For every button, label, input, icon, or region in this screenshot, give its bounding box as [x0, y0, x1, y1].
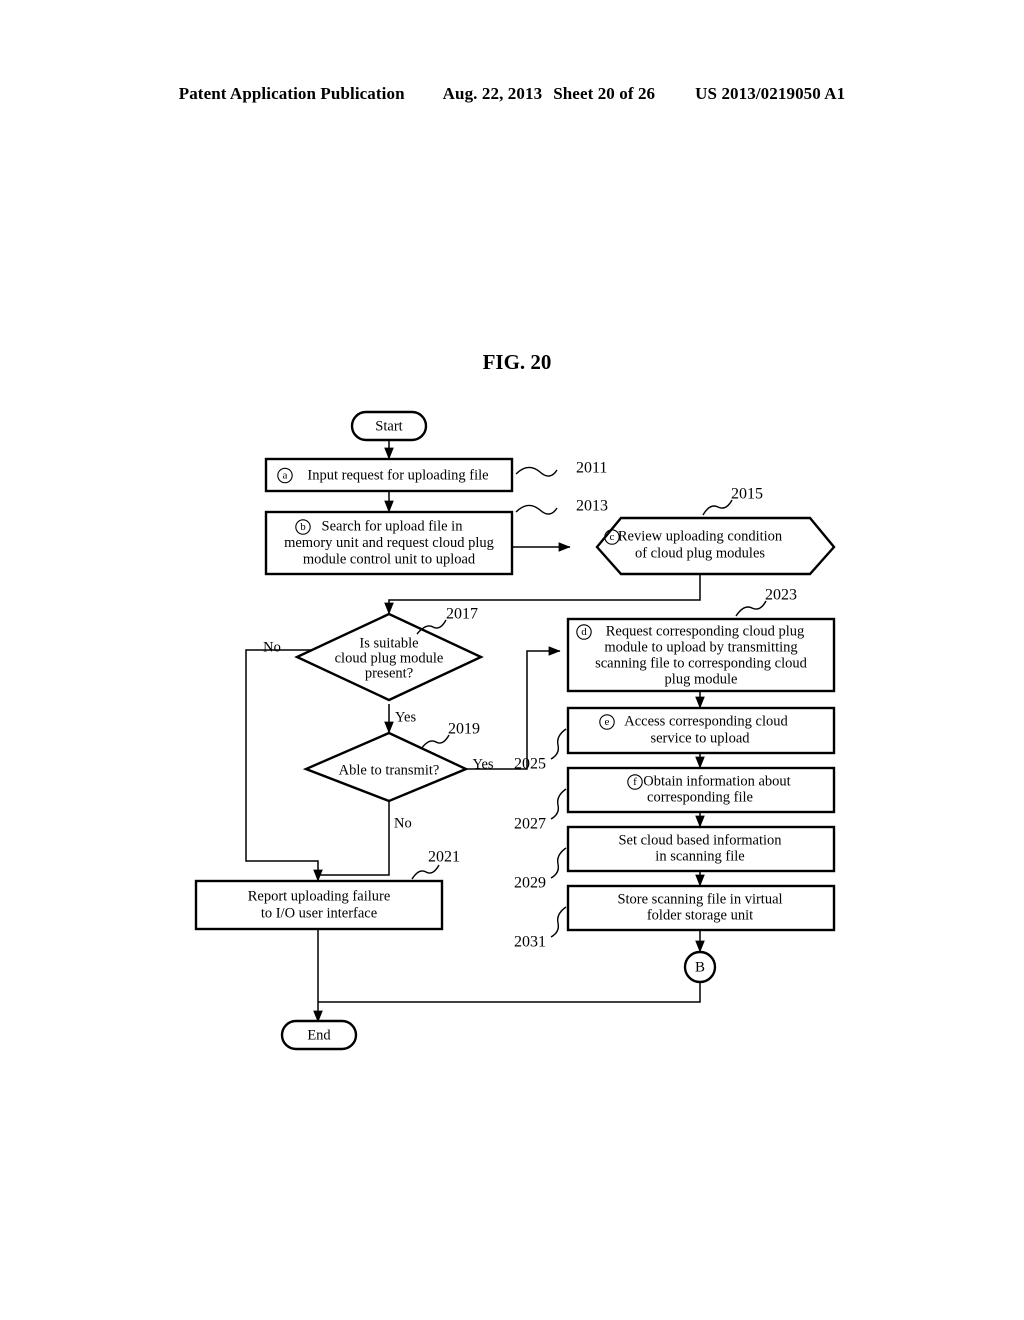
- node-2021-line-2: to I/O user interface: [261, 905, 377, 921]
- node-2013-line-2: memory unit and request cloud plug: [284, 535, 494, 551]
- node-2017-line-3: present?: [365, 665, 413, 681]
- node-2013: b Search for upload file in memory unit …: [264, 498, 608, 576]
- ref-2023: 2023: [765, 587, 797, 604]
- start-label: Start: [375, 418, 402, 434]
- node-2023: d Request corresponding cloud plug modul…: [566, 587, 836, 693]
- ref-2031: 2031: [514, 934, 546, 951]
- leader-2025: [550, 728, 567, 760]
- ref-2015: 2015: [731, 486, 763, 503]
- node-2031-line-1: Store scanning file in virtual: [617, 891, 782, 907]
- leader-2019: [420, 734, 450, 750]
- ref-2025: 2025: [514, 756, 546, 773]
- leader-2027: [550, 788, 567, 820]
- node-2025: e Access corresponding cloud service to …: [514, 706, 836, 773]
- node-2023-line-4: plug module: [665, 671, 738, 687]
- node-2015-line-2: of cloud plug modules: [635, 545, 765, 561]
- end-label: End: [307, 1027, 331, 1043]
- node-2025-line-2: service to upload: [650, 730, 750, 746]
- ref-2011: 2011: [576, 460, 607, 477]
- marker-a-letter: a: [283, 470, 288, 482]
- branch-2019-yes: Yes: [472, 756, 493, 772]
- connector-b-label: B: [695, 959, 705, 975]
- node-2025-line-1: Access corresponding cloud: [624, 713, 788, 729]
- node-2017: Is suitable cloud plug module present? 2…: [263, 606, 484, 725]
- node-2029: Set cloud based information in scanning …: [514, 825, 836, 892]
- node-2031-line-2: folder storage unit: [647, 907, 753, 923]
- marker-b-letter: b: [300, 521, 306, 533]
- node-2021: Report uploading failure to I/O user int…: [194, 849, 460, 931]
- node-2027-line-1: Obtain information about: [643, 773, 790, 789]
- branch-2017-yes: Yes: [395, 709, 416, 725]
- leader-2013: [515, 504, 558, 515]
- leader-2021: [411, 864, 440, 880]
- terminator-start: Start: [350, 410, 428, 442]
- marker-f-letter: f: [633, 776, 637, 788]
- node-2023-line-2: module to upload by transmitting: [604, 639, 797, 655]
- flow-2019no-to-2021: [318, 801, 390, 876]
- ref-2027: 2027: [514, 816, 546, 833]
- node-2023-line-3: scanning file to corresponding cloud: [595, 655, 808, 671]
- flow-connector-b-to-end: [318, 981, 701, 1003]
- node-2013-line-1: Search for upload file in: [322, 518, 464, 534]
- marker-e-letter: e: [605, 716, 610, 728]
- node-2017-line-1: Is suitable: [359, 635, 418, 651]
- node-2019: Able to transmit? 2019 Yes No: [302, 721, 494, 831]
- ref-2029: 2029: [514, 875, 546, 892]
- node-2015-line-1: Review uploading condition: [618, 528, 783, 544]
- node-2013-line-3: module control unit to upload: [303, 551, 476, 567]
- ref-2017: 2017: [446, 606, 478, 623]
- node-2029-line-1: Set cloud based information: [618, 832, 782, 848]
- leader-2029: [550, 847, 567, 879]
- terminator-end: End: [280, 1019, 358, 1051]
- node-2027-line-2: corresponding file: [647, 789, 753, 805]
- branch-2019-no: No: [394, 815, 412, 831]
- node-2023-line-1: Request corresponding cloud plug: [606, 623, 805, 639]
- branch-2017-no: No: [263, 639, 281, 655]
- leader-2011: [515, 466, 558, 477]
- node-2031: Store scanning file in virtual folder st…: [514, 884, 836, 951]
- node-2015: c Review uploading condition of cloud pl…: [595, 486, 836, 576]
- ref-2019: 2019: [448, 721, 480, 738]
- leader-2015: [702, 499, 733, 516]
- marker-c-letter: c: [610, 531, 615, 543]
- flow-2019yes-to-2023: [466, 646, 561, 770]
- node-2021-line-1: Report uploading failure: [248, 888, 391, 904]
- node-2017-line-2: cloud plug module: [335, 650, 444, 666]
- ref-2013: 2013: [576, 498, 608, 515]
- node-2011-line-1: Input request for uploading file: [307, 467, 488, 483]
- flow-2015-to-2017: [384, 574, 701, 615]
- leader-2031: [550, 906, 567, 938]
- node-2019-line-1: Able to transmit?: [339, 762, 440, 778]
- flow-2017no-to-2021: [245, 649, 323, 882]
- marker-d-letter: d: [581, 626, 587, 638]
- node-2029-line-2: in scanning file: [655, 848, 744, 864]
- ref-2021: 2021: [428, 849, 460, 866]
- node-2027: f Obtain information about corresponding…: [514, 766, 836, 833]
- node-2011: a Input request for uploading file 2011: [264, 457, 607, 493]
- leader-2023: [735, 600, 767, 617]
- connector-b: B: [683, 950, 717, 984]
- flowchart-diagram: Start a Input request for uploading file…: [194, 410, 836, 1051]
